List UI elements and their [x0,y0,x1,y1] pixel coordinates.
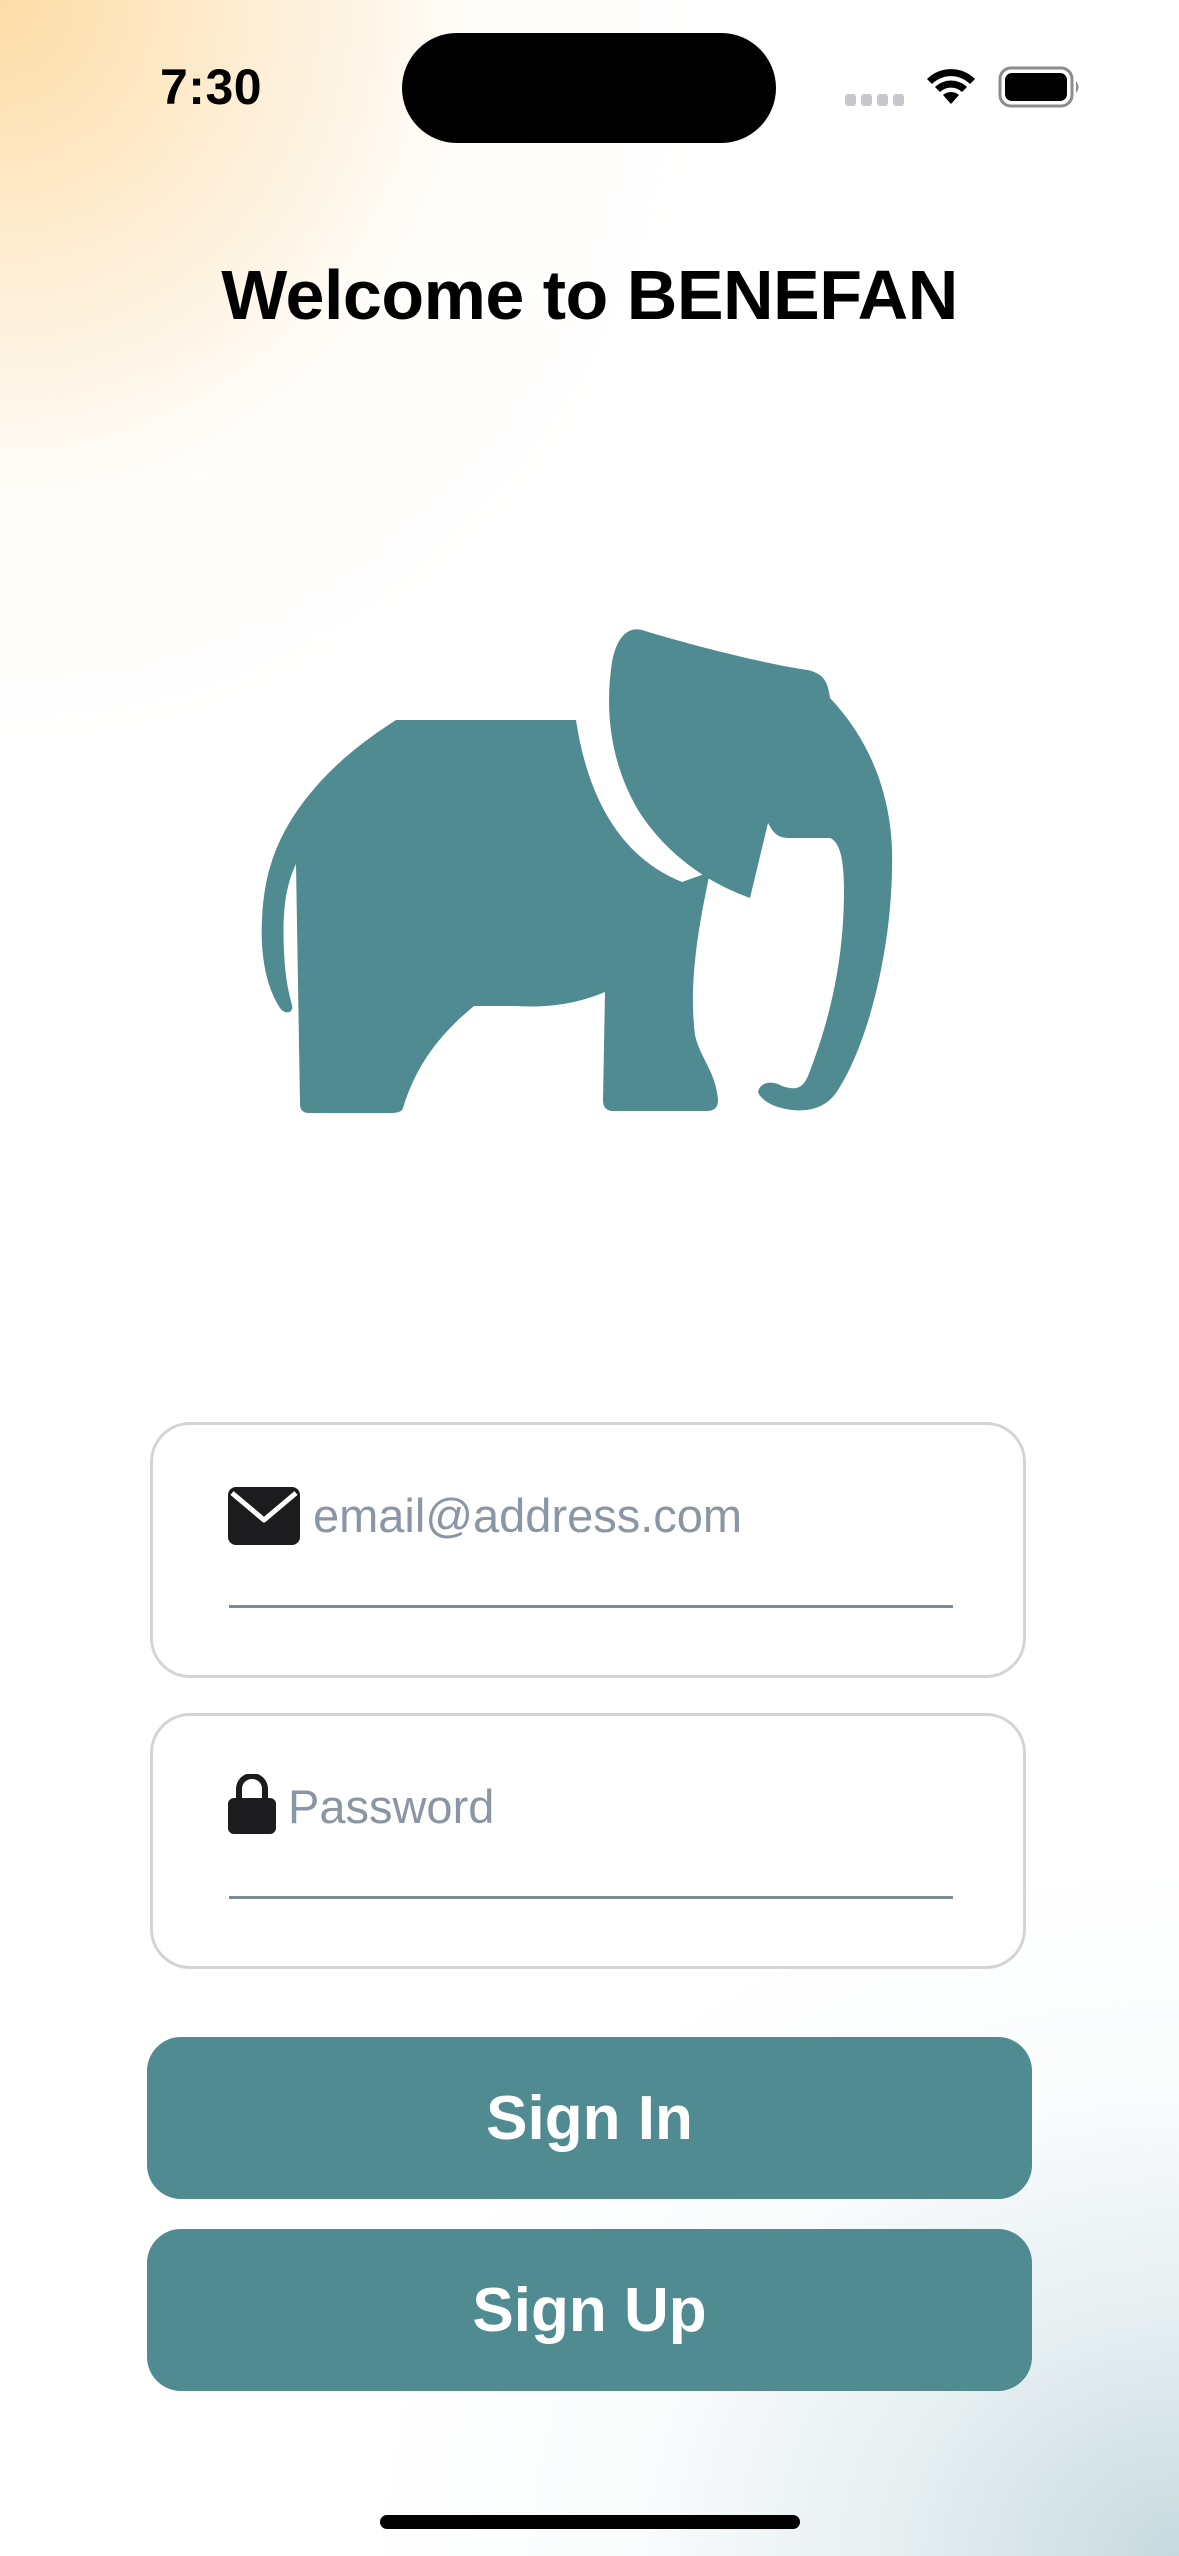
wifi-icon [927,69,975,104]
email-field-card [150,1422,1026,1678]
envelope-icon [228,1487,300,1545]
password-underline [229,1896,953,1899]
email-input[interactable] [313,1480,953,1550]
home-indicator[interactable] [380,2515,800,2529]
elephant-icon [261,629,893,1113]
status-time: 7:30 [160,59,263,115]
battery-icon [998,66,1079,108]
email-underline [229,1605,953,1608]
sign-in-button[interactable]: Sign In [147,2037,1032,2199]
page-title: Welcome to BENEFAN [221,256,958,334]
dynamic-island [402,33,776,143]
password-input[interactable] [288,1771,953,1841]
password-field-card [150,1713,1026,1969]
sign-up-button[interactable]: Sign Up [147,2229,1032,2391]
cellular-signal-icon [845,94,904,106]
lock-icon [228,1774,276,1834]
